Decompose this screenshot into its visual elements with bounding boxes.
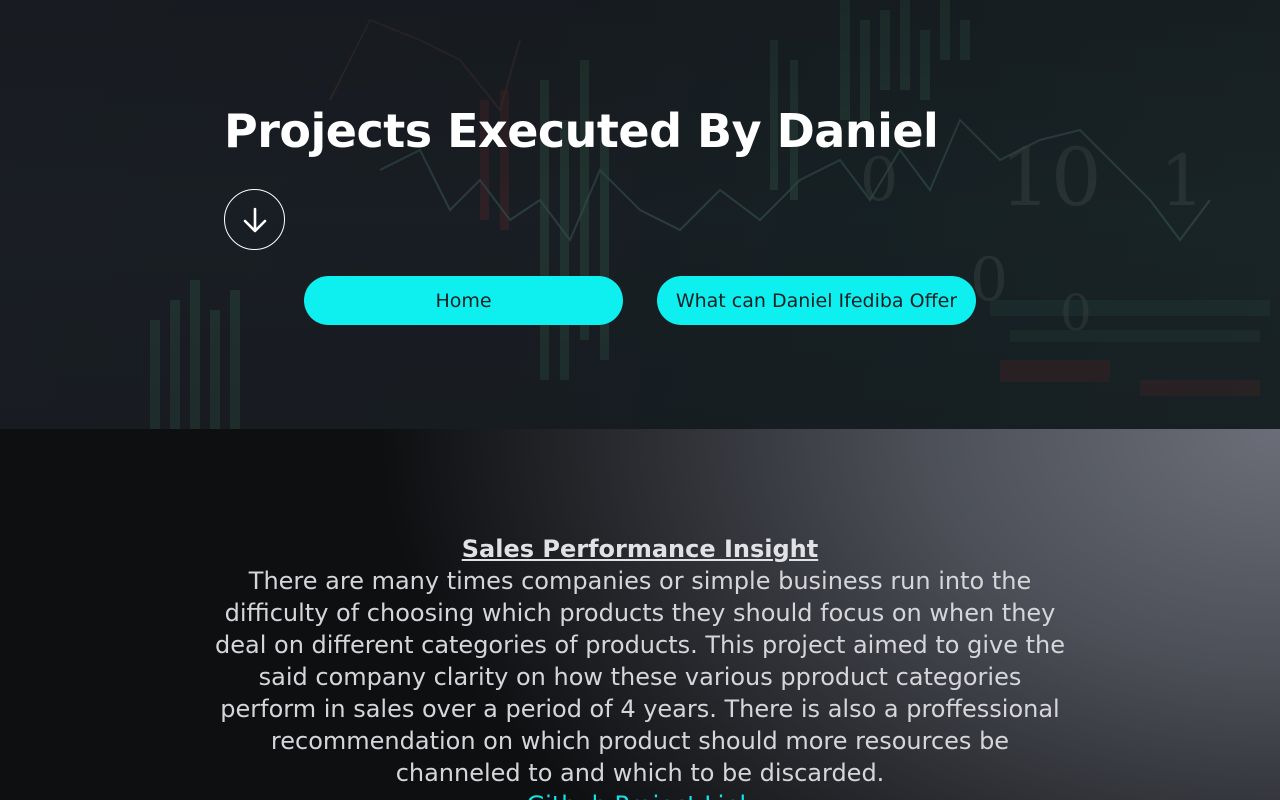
project-card: Sales Performance Insight There are many… <box>210 533 1070 800</box>
nav-home-button[interactable]: Home <box>304 276 623 325</box>
nav-offer-button[interactable]: What can Daniel Ifediba Offer <box>657 276 976 325</box>
project-description: There are many times companies or simple… <box>215 567 1065 787</box>
arrow-down-icon <box>243 207 266 232</box>
project-title: Sales Performance Insight <box>461 535 819 563</box>
nav-home-label: Home <box>435 289 492 312</box>
scroll-down-button[interactable] <box>224 189 285 250</box>
projects-section: Sales Performance Insight There are many… <box>0 429 1280 800</box>
hero-section: 10 1 0 0 0 Projects Executed By Daniel H… <box>0 0 1280 429</box>
github-project-link[interactable]: Github Project Link <box>527 789 754 800</box>
hero-overlay <box>0 0 1280 429</box>
page-title: Projects Executed By Daniel <box>224 104 939 158</box>
nav-offer-label: What can Daniel Ifediba Offer <box>675 289 958 312</box>
